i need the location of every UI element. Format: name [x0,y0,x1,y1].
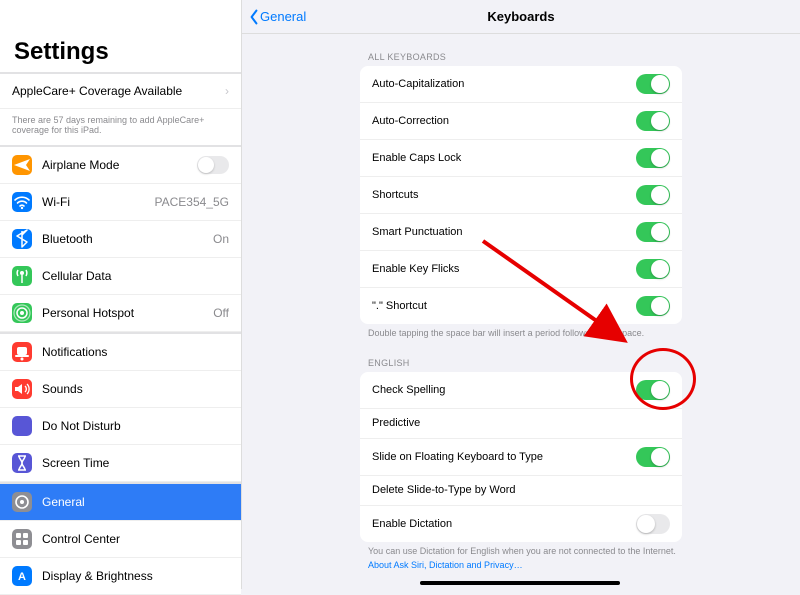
row-value: Off [213,306,229,320]
sidebar-item-label: Sounds [42,382,229,396]
sidebar: Settings AppleCare+ Coverage Available ›… [0,0,242,589]
hotspot-icon [12,303,32,323]
setting-row-enable-key-flicks[interactable]: Enable Key Flicks [360,251,682,288]
wifi-icon [12,192,32,212]
grid-icon [12,529,32,549]
speaker-icon [12,379,32,399]
setting-row-slide-on-floating-keyboard-to-type[interactable]: Slide on Floating Keyboard to Type [360,439,682,476]
sidebar-item-label: Bluetooth [42,232,213,246]
nav-bar: General Keyboards [242,0,800,34]
setting-label: Delete Slide-to-Type by Word [372,484,670,496]
settings-group: Auto-Capitalization Auto-Correction Enable… [360,66,682,324]
setting-label: Check Spelling [372,384,636,396]
sidebar-item-label: Personal Hotspot [42,306,213,320]
setting-row--shortcut[interactable]: "." Shortcut [360,288,682,324]
sidebar-item-label: Notifications [42,345,229,359]
setting-row-delete-slide-to-type-by-word[interactable]: Delete Slide-to-Type by Word [360,476,682,506]
row-value: On [213,232,229,246]
main-panel: General Keyboards ALL KEYBOARDSAuto-Capi… [242,0,800,589]
sidebar-item-label: Control Center [42,532,229,546]
group-header: ALL KEYBOARDS [242,34,800,66]
sidebar-header: Settings [0,0,241,72]
sidebar-item-label: Screen Time [42,456,229,470]
privacy-link[interactable]: About Ask Siri, Dictation and Privacy… [368,560,784,572]
sidebar-item-label: Wi-Fi [42,195,155,209]
sidebar-item-airplane-mode[interactable]: Airplane Mode [0,147,241,184]
toggle-switch[interactable] [636,296,670,316]
toggle-switch[interactable] [636,447,670,467]
sidebar-item-personal-hotspot[interactable]: Personal HotspotOff [0,295,241,332]
antenna-icon [12,266,32,286]
toggle-switch[interactable] [636,74,670,94]
sidebar-item-screen-time[interactable]: Screen Time [0,445,241,482]
toggle-switch[interactable] [636,222,670,242]
setting-label: "." Shortcut [372,300,636,312]
sidebar-item-label: Cellular Data [42,269,229,283]
applecare-row[interactable]: AppleCare+ Coverage Available › [0,74,241,109]
toggle-switch[interactable] [636,185,670,205]
applecare-note: There are 57 days remaining to add Apple… [0,109,241,145]
bell-icon [12,342,32,362]
setting-row-auto-correction[interactable]: Auto-Correction [360,103,682,140]
setting-row-check-spelling[interactable]: Check Spelling [360,372,682,409]
setting-label: Slide on Floating Keyboard to Type [372,451,636,463]
setting-label: Smart Punctuation [372,226,636,238]
setting-row-auto-capitalization[interactable]: Auto-Capitalization [360,66,682,103]
row-value: PACE354_5G [155,195,230,209]
toggle-switch[interactable] [636,148,670,168]
group-header: ENGLISH [242,340,800,372]
toggle-switch[interactable] [636,514,670,534]
group-footer: Double tapping the space bar will insert… [242,324,800,340]
sidebar-item-display-brightness[interactable]: A Display & Brightness [0,558,241,595]
toggle-switch[interactable] [636,259,670,279]
setting-row-enable-caps-lock[interactable]: Enable Caps Lock [360,140,682,177]
airplane-toggle[interactable] [197,156,229,174]
toggle-switch[interactable] [636,380,670,400]
home-indicator [420,581,620,585]
gear-icon [12,492,32,512]
group-footer: You can use Dictation for English when y… [242,542,800,572]
sidebar-item-bluetooth[interactable]: BluetoothOn [0,221,241,258]
sidebar-item-label: Display & Brightness [42,569,229,583]
sidebar-item-label: Airplane Mode [42,158,197,172]
setting-row-shortcuts[interactable]: Shortcuts [360,177,682,214]
content-scroll[interactable]: ALL KEYBOARDS Auto-Capitalization Auto-Cor… [242,34,800,589]
setting-row-smart-punctuation[interactable]: Smart Punctuation [360,214,682,251]
setting-label: Auto-Correction [372,115,636,127]
page-title: Keyboards [242,9,800,24]
sidebar-item-sounds[interactable]: Sounds [0,371,241,408]
sidebar-item-control-center[interactable]: Control Center [0,521,241,558]
airplane-icon [12,155,32,175]
hourglass-icon [12,453,32,473]
sidebar-item-do-not-disturb[interactable]: Do Not Disturb [0,408,241,445]
moon-icon [12,416,32,436]
settings-group: Check Spelling Predictive Slide on Floatin… [360,372,682,542]
sidebar-item-cellular-data[interactable]: Cellular Data [0,258,241,295]
sidebar-item-notifications[interactable]: Notifications [0,334,241,371]
chevron-right-icon: › [225,84,229,98]
setting-row-enable-dictation[interactable]: Enable Dictation [360,506,682,542]
setting-label: Enable Caps Lock [372,152,636,164]
toggle-switch[interactable] [636,111,670,131]
sidebar-item-label: General [42,495,229,509]
setting-label: Shortcuts [372,189,636,201]
sidebar-item-label: Do Not Disturb [42,419,229,433]
bluetooth-icon [12,229,32,249]
brightness-icon: A [12,566,32,586]
setting-row-predictive[interactable]: Predictive [360,409,682,439]
setting-label: Predictive [372,417,670,429]
setting-label: Enable Dictation [372,518,636,530]
svg-text:A: A [18,571,26,583]
applecare-label: AppleCare+ Coverage Available [12,84,182,98]
settings-title: Settings [14,38,227,66]
sidebar-item-general[interactable]: General [0,484,241,521]
setting-label: Enable Key Flicks [372,263,636,275]
sidebar-item-wi-fi[interactable]: Wi-FiPACE354_5G [0,184,241,221]
setting-label: Auto-Capitalization [372,78,636,90]
